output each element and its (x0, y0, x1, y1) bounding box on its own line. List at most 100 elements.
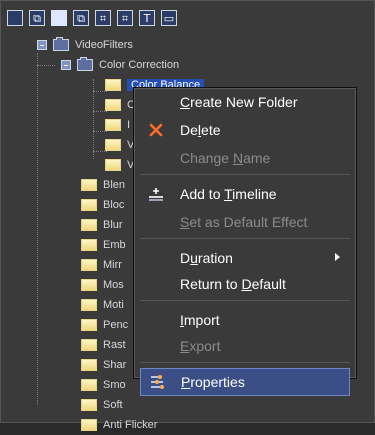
view-details-icon[interactable]: ⧉ (29, 10, 45, 26)
menu-item-export[interactable]: Export (140, 334, 350, 358)
tree-item[interactable]: Anti Flicker (81, 415, 157, 435)
tree-label: VideoFilters (75, 39, 133, 51)
tree-label: I (127, 119, 131, 131)
menu-item-import[interactable]: Import (140, 308, 350, 332)
menu-item-label: Duration (180, 250, 233, 266)
collapse-toggle-icon[interactable] (61, 60, 71, 70)
tree-item[interactable]: Blen (81, 175, 125, 195)
menu-item-label-rest: xport (189, 338, 221, 354)
effect-file-icon (81, 239, 97, 251)
menu-item-label-rest: ame (243, 150, 271, 166)
menu-item-label-pre: De (180, 122, 198, 138)
toolbar: ⧉ ⧉ ⌗ ⌗ T ▭ (7, 7, 177, 29)
menu-item-add-to-timeline[interactable]: Add to Timeline (140, 182, 350, 206)
text-icon[interactable]: T (139, 10, 155, 26)
menu-item-label: Export (180, 338, 220, 354)
tree-label: Penc (103, 319, 129, 331)
tree-item[interactable]: Shar (81, 355, 126, 375)
tree-item[interactable]: C (105, 95, 135, 115)
menu-item-mnemonic: u (190, 250, 198, 266)
menu-item-label-rest: et as Default Effect (189, 214, 308, 230)
effect-file-icon (81, 319, 97, 331)
effects-panel: ⧉ ⧉ ⌗ ⌗ T ▭ VideoFilters Color Correctio… (0, 0, 375, 431)
tree-line-vertical (93, 79, 94, 159)
tree-item[interactable]: V (105, 135, 134, 155)
folder-icon (77, 57, 93, 71)
effect-file-icon (81, 279, 97, 291)
view-split-icon-glyph: ⧉ (77, 11, 85, 25)
tree-label: Smo (103, 379, 126, 391)
menu-item-mnemonic: D (241, 276, 252, 292)
tree-item[interactable]: Mos (81, 275, 124, 295)
tree-item[interactable]: Penc (81, 315, 128, 335)
properties-icon-svg (151, 375, 164, 389)
layout-icon-glyph: ⌗ (121, 11, 129, 25)
tree-item[interactable]: Bloc (81, 195, 124, 215)
submenu-arrow-icon (335, 253, 340, 261)
menu-item-properties[interactable]: Properties (140, 368, 350, 396)
menu-item-label: Create New Folder (180, 94, 298, 110)
menu-item-label: Import (180, 312, 220, 328)
tree-label: Mirr (103, 259, 122, 271)
menu-item-create-new-folder[interactable]: Create New Folder (140, 90, 350, 114)
view-solid-icon[interactable] (51, 10, 67, 26)
menu-item-label-rest: efault (251, 276, 286, 292)
tree-item[interactable]: Soft (81, 395, 123, 415)
tree-item[interactable]: Rast (81, 335, 126, 355)
effect-file-icon (105, 119, 121, 131)
tree-label: Soft (103, 399, 123, 411)
menu-item-duration[interactable]: Duration (140, 246, 350, 270)
menu-separator (140, 362, 350, 363)
effect-file-icon (105, 99, 121, 111)
effect-file-icon (81, 399, 97, 411)
effect-file-icon (81, 339, 97, 351)
tree-line-horizontal (37, 65, 55, 66)
view-list-icon-glyph (8, 11, 22, 25)
menu-item-change-name[interactable]: Change Name (140, 146, 350, 170)
menu-item-mnemonic: P (181, 374, 191, 390)
menu-item-label: Return to Default (180, 276, 286, 292)
menu-item-label: Set as Default Effect (180, 214, 307, 230)
properties-icon (147, 372, 167, 392)
view-split-icon[interactable]: ⧉ (73, 10, 89, 26)
effect-file-icon (81, 299, 97, 311)
tree-item[interactable]: Moti (81, 295, 124, 315)
tree-item[interactable]: Smo (81, 375, 126, 395)
close-x-icon-svg (149, 123, 163, 137)
tree-item[interactable]: I (105, 115, 130, 135)
tree-label: Color Correction (99, 59, 180, 71)
menu-item-mnemonic: E (180, 338, 190, 354)
menu-item-label-pre: Return to (180, 276, 242, 292)
tree-item[interactable]: Mirr (81, 255, 122, 275)
menu-separator (140, 300, 350, 301)
view-list-icon[interactable] (7, 10, 23, 26)
grid-icon[interactable]: ⌗ (95, 10, 111, 26)
tree-label: Shar (103, 359, 127, 371)
effect-file-icon (81, 179, 97, 191)
window-icon-glyph: ▭ (163, 11, 175, 25)
menu-item-label-pre: Change (180, 150, 233, 166)
menu-item-delete[interactable]: Delete (140, 118, 350, 142)
menu-item-set-default-effect[interactable]: Set as Default Effect (140, 210, 350, 234)
tree-item[interactable]: Blur (81, 215, 123, 235)
menu-item-mnemonic: S (180, 214, 190, 230)
tree-node-videofilters[interactable]: VideoFilters (37, 35, 133, 55)
layout-icon[interactable]: ⌗ (117, 10, 133, 26)
menu-item-label-rest: mport (183, 312, 220, 328)
text-icon-glyph: T (143, 11, 151, 25)
context-menu: Create New Folder Delete Change Name Add… (133, 87, 357, 396)
tree-label: Blen (103, 179, 126, 191)
tree-label: Anti Flicker (103, 419, 158, 431)
menu-item-label: Properties (181, 374, 245, 390)
effect-file-icon (105, 79, 121, 91)
menu-item-label: Change Name (180, 150, 270, 166)
tree-node-color-correction[interactable]: Color Correction (61, 55, 179, 75)
collapse-toggle-icon[interactable] (37, 40, 47, 50)
window-icon[interactable]: ▭ (161, 10, 177, 26)
menu-item-label-rest: imeline (232, 186, 277, 202)
menu-item-return-default[interactable]: Return to Default (140, 272, 350, 296)
tree-label: Bloc (103, 199, 125, 211)
tree-item[interactable]: V (105, 155, 134, 175)
tree-item[interactable]: Emb (81, 235, 126, 255)
menu-item-label-rest: roperties (190, 374, 245, 390)
